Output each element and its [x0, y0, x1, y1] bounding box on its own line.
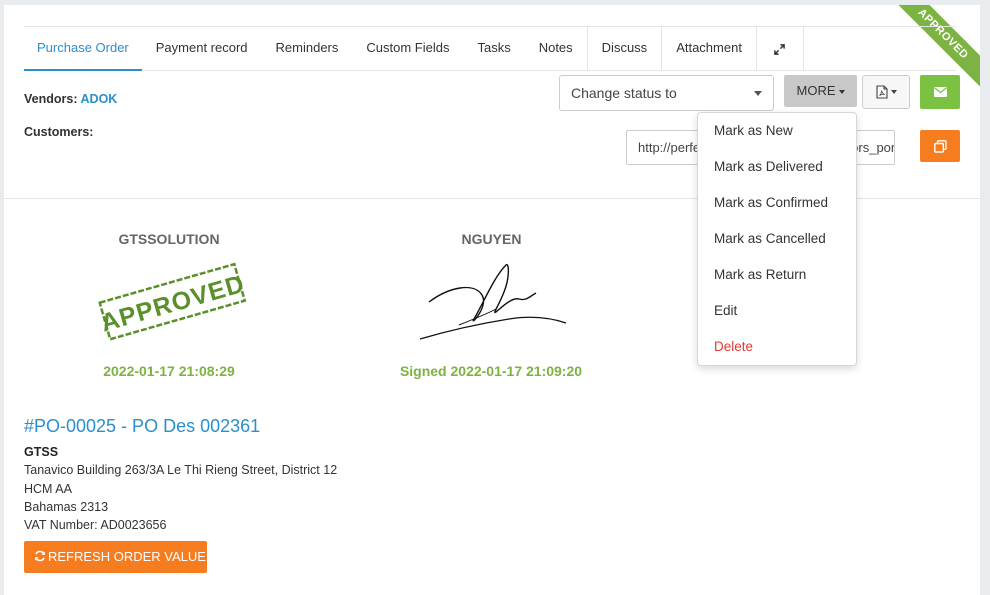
caret-down-icon [838, 89, 845, 94]
vendor-company-name: GTSS [24, 445, 59, 459]
menu-item-mark-return[interactable]: Mark as Return [698, 261, 856, 297]
vendors-field: Vendors: ADOK [24, 92, 117, 106]
customers-label: Customers: [24, 125, 94, 139]
chevron-down-icon [754, 91, 762, 96]
more-button[interactable]: MORE [784, 75, 857, 107]
tab-tasks[interactable]: Tasks [463, 27, 524, 71]
tab-custom-fields[interactable]: Custom Fields [352, 27, 463, 71]
refresh-icon [35, 550, 45, 562]
menu-item-delete[interactable]: Delete [698, 333, 856, 369]
address-line-1: Tanavico Building 263/3A Le Thi Rieng St… [24, 463, 338, 477]
signed-date-company: 2022-01-17 21:08:29 [103, 363, 235, 379]
more-actions-menu: Mark as New Mark as Delivered Mark as Co… [697, 112, 857, 366]
tab-attachment[interactable]: Attachment [662, 27, 756, 71]
refresh-order-value-button[interactable]: REFRESH ORDER VALUE [24, 541, 207, 573]
tab-reminders[interactable]: Reminders [262, 27, 353, 71]
refresh-button-label: REFRESH ORDER VALUE [48, 549, 206, 564]
menu-item-edit[interactable]: Edit [698, 297, 856, 333]
tab-discuss[interactable]: Discuss [588, 27, 663, 71]
menu-item-mark-cancelled[interactable]: Mark as Cancelled [698, 225, 856, 261]
po-number-title: #PO-00025 - PO Des 002361 [24, 416, 261, 436]
tab-bar: Purchase Order Payment record Reminders … [24, 26, 956, 71]
tab-payment-record[interactable]: Payment record [142, 27, 262, 71]
pdf-button[interactable] [862, 75, 910, 109]
menu-item-mark-delivered[interactable]: Mark as Delivered [698, 153, 856, 189]
address-line-3: Bahamas 2313 [24, 500, 109, 514]
status-select-value: Change status to [571, 85, 677, 101]
send-email-button[interactable] [920, 75, 960, 109]
signed-date-person: Signed 2022-01-17 21:09:20 [399, 363, 583, 379]
signer-name-company: GTSSOLUTION [118, 231, 220, 247]
copy-link-button[interactable] [920, 130, 960, 162]
stamp-text: APPROVED [98, 270, 248, 338]
expand-button[interactable] [755, 27, 804, 71]
tab-purchase-order[interactable]: Purchase Order [24, 27, 142, 71]
caret-down-icon [890, 90, 897, 94]
address-line-2: HCM AA [24, 482, 72, 496]
vendors-label: Vendors: [24, 92, 78, 106]
menu-item-mark-confirmed[interactable]: Mark as Confirmed [698, 189, 856, 225]
tab-notes[interactable]: Notes [525, 27, 588, 71]
envelope-icon [933, 87, 947, 97]
approved-stamp-image: APPROVED [98, 262, 248, 341]
change-status-select[interactable]: Change status to [559, 75, 774, 111]
menu-item-mark-new[interactable]: Mark as New [698, 117, 856, 153]
expand-icon [774, 43, 786, 55]
handwritten-signature-image [419, 263, 567, 340]
more-button-label: MORE [796, 83, 836, 98]
vendor-link[interactable]: ADOK [81, 92, 118, 106]
vat-number: VAT Number: AD0023656 [24, 518, 167, 532]
copy-icon [933, 139, 947, 153]
purchase-order-panel: APPROVED Purchase Order Payment record R… [4, 5, 980, 595]
pdf-icon [875, 85, 888, 99]
signer-name-person: NGUYEN [461, 231, 522, 247]
